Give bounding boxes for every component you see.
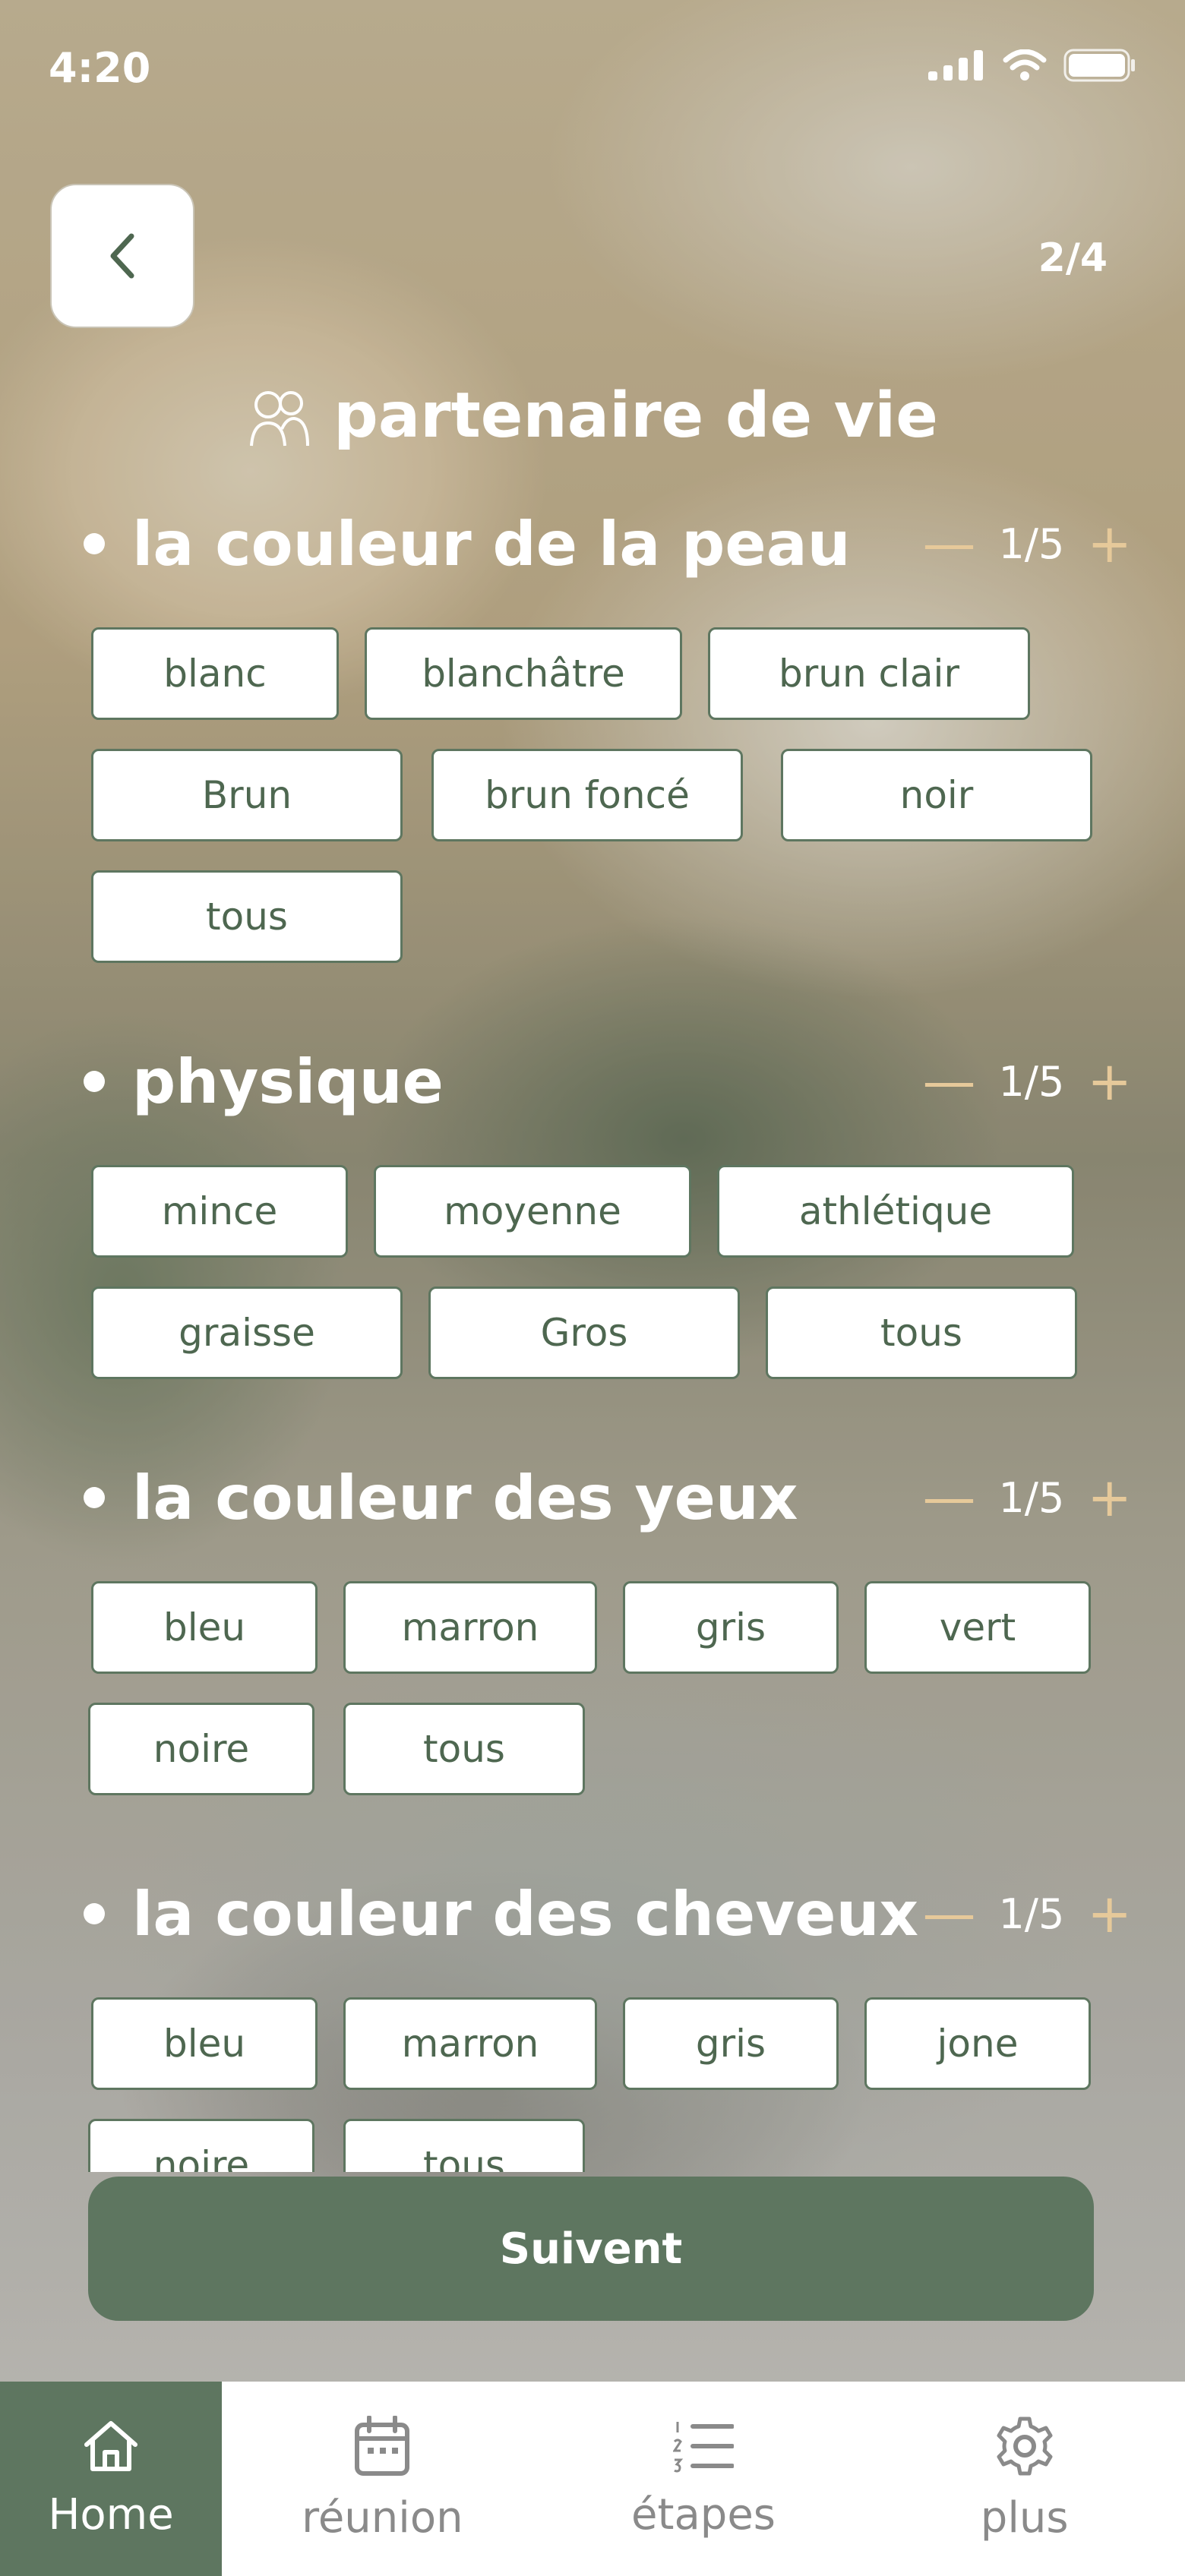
list-icon [673,2421,734,2472]
tab-label: plus [980,2492,1069,2543]
option-chip[interactable]: marron [343,1997,597,2090]
selection-counter: — 1/5 + [922,1055,1132,1108]
option-chip[interactable]: gris [623,1581,839,1674]
option-chip[interactable]: tous [343,1703,585,1795]
section-eye-color: la couleur des yeux — 1/5 + [84,1452,1132,1543]
scroll-clip-region: noire tous [0,2111,1185,2172]
tab-more[interactable]: plus [864,2382,1185,2576]
option-chip[interactable]: jone [864,1997,1091,2090]
option-chip[interactable]: Gros [428,1286,740,1379]
status-time: 4:20 [49,44,151,92]
bullet [84,1903,105,1924]
option-chip[interactable]: noire [88,1703,314,1795]
minus-icon[interactable]: — [922,1471,975,1524]
counter-value: 1/5 [998,1473,1065,1522]
option-chip[interactable]: brun foncé [431,749,743,841]
option-chip[interactable]: tous [91,870,403,963]
option-chip[interactable]: brun clair [708,627,1030,720]
option-chip[interactable]: gris [623,1997,839,2090]
selection-counter: — 1/5 + [922,517,1132,570]
status-bar: 4:20 [0,0,1185,137]
next-button[interactable]: Suivent [88,2177,1094,2321]
bottom-tab-bar: Home réunion étapes plus [0,2382,1185,2576]
option-chip[interactable]: bleu [91,1997,318,2090]
section-skin-color: la couleur de la peau — 1/5 + [84,498,1132,589]
plus-icon[interactable]: + [1087,1055,1132,1108]
bullet [84,1071,105,1092]
section-title: la couleur de la peau [132,508,851,579]
section-hair-color: la couleur des cheveux — 1/5 + [84,1868,1132,1959]
option-chip[interactable]: tous [343,2119,585,2172]
status-icons [928,49,1136,82]
calendar-icon [355,2415,410,2476]
page-title: partenaire de vie [333,380,938,452]
counter-value: 1/5 [998,519,1065,568]
option-chip[interactable]: blanchâtre [365,627,682,720]
option-chip[interactable]: noire [88,2119,314,2172]
option-chip[interactable]: vert [864,1581,1091,1674]
option-chip[interactable]: graisse [91,1286,403,1379]
section-title: la couleur des cheveux [132,1878,919,1949]
section-title: la couleur des yeux [132,1462,798,1533]
tab-label: réunion [302,2492,463,2543]
selection-counter: — 1/5 + [922,1887,1132,1940]
plus-icon[interactable]: + [1087,1471,1132,1524]
tab-label: étapes [631,2489,776,2540]
wifi-icon [1003,49,1047,80]
tab-label: Home [48,2489,174,2540]
tab-home[interactable]: Home [0,2382,222,2576]
counter-value: 1/5 [998,1889,1065,1938]
minus-icon[interactable]: — [922,1055,975,1108]
section-body-type: physique — 1/5 + [84,1036,1132,1127]
page-title-row: partenaire de vie [0,380,1185,452]
option-chip[interactable]: mince [91,1165,348,1258]
option-chip[interactable]: tous [766,1286,1077,1379]
option-chip[interactable]: marron [343,1581,597,1674]
step-indicator: 2/4 [1038,235,1108,281]
back-button[interactable] [50,184,194,328]
option-chip[interactable]: Brun [91,749,403,841]
minus-icon[interactable]: — [922,517,975,570]
option-chip[interactable]: athlétique [717,1165,1074,1258]
tab-meeting[interactable]: réunion [222,2382,543,2576]
option-chip[interactable]: bleu [91,1581,318,1674]
signal-icon [928,50,983,80]
chevron-left-icon [110,233,134,279]
selection-counter: — 1/5 + [922,1471,1132,1524]
plus-icon[interactable]: + [1087,1887,1132,1940]
bullet [84,1487,105,1508]
home-icon [84,2420,137,2471]
option-chip[interactable]: noir [781,749,1092,841]
counter-value: 1/5 [998,1057,1065,1106]
option-chip[interactable]: blanc [91,627,339,720]
minus-icon[interactable]: — [922,1887,975,1940]
battery-icon [1063,49,1135,82]
section-title: physique [132,1046,444,1117]
tab-steps[interactable]: étapes [543,2382,864,2576]
option-chip[interactable]: moyenne [374,1165,691,1258]
gear-icon [997,2417,1053,2475]
couple-icon [250,390,310,446]
bullet [84,533,105,554]
plus-icon[interactable]: + [1087,517,1132,570]
